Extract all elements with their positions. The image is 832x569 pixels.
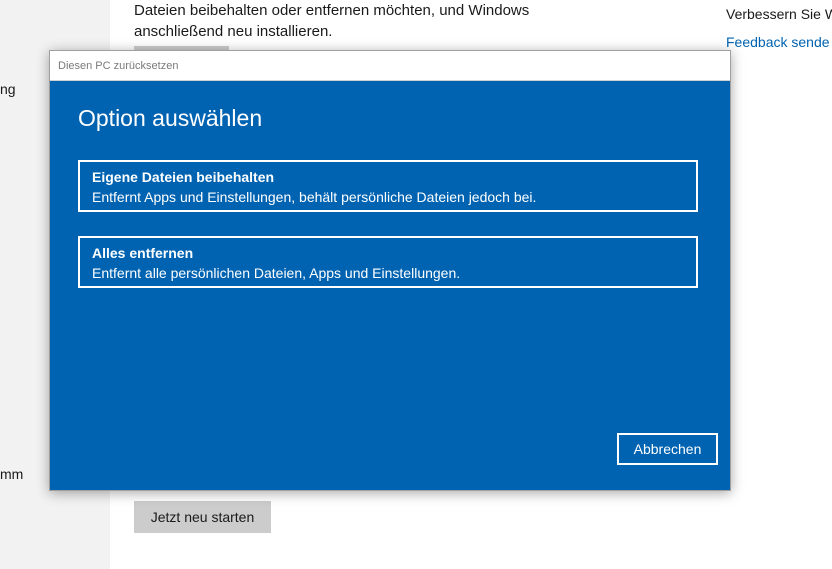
dialog-heading: Option auswählen [78, 105, 263, 131]
description-line: Dateien beibehalten oder entfernen möcht… [134, 2, 530, 19]
recovery-description: Dateien beibehalten oder entfernen möcht… [134, 0, 529, 42]
feedback-link[interactable]: Feedback sende [726, 34, 830, 50]
keep-my-files-option[interactable]: Eigene Dateien beibehalten Entfernt Apps… [78, 160, 698, 212]
restart-now-button[interactable]: Jetzt neu starten [134, 501, 271, 533]
nav-item-fragment[interactable]: ng [0, 81, 16, 97]
option-description: Entfernt alle persönlichen Dateien, Apps… [92, 265, 461, 281]
description-line: anschließend neu installieren. [134, 23, 333, 40]
remove-everything-option[interactable]: Alles entfernen Entfernt alle persönlich… [78, 236, 698, 288]
nav-item-fragment[interactable]: mm [0, 466, 23, 482]
option-title: Alles entfernen [92, 245, 194, 261]
reset-pc-dialog: Diesen PC zurücksetzen Option auswählen … [49, 50, 731, 491]
option-description: Entfernt Apps und Einstellungen, behält … [92, 189, 537, 205]
improve-windows-text: Verbessern Sie W [726, 6, 832, 22]
dialog-title: Diesen PC zurücksetzen [58, 60, 179, 72]
dialog-titlebar: Diesen PC zurücksetzen [50, 51, 730, 81]
cancel-button[interactable]: Abbrechen [617, 433, 718, 465]
option-title: Eigene Dateien beibehalten [92, 169, 275, 185]
